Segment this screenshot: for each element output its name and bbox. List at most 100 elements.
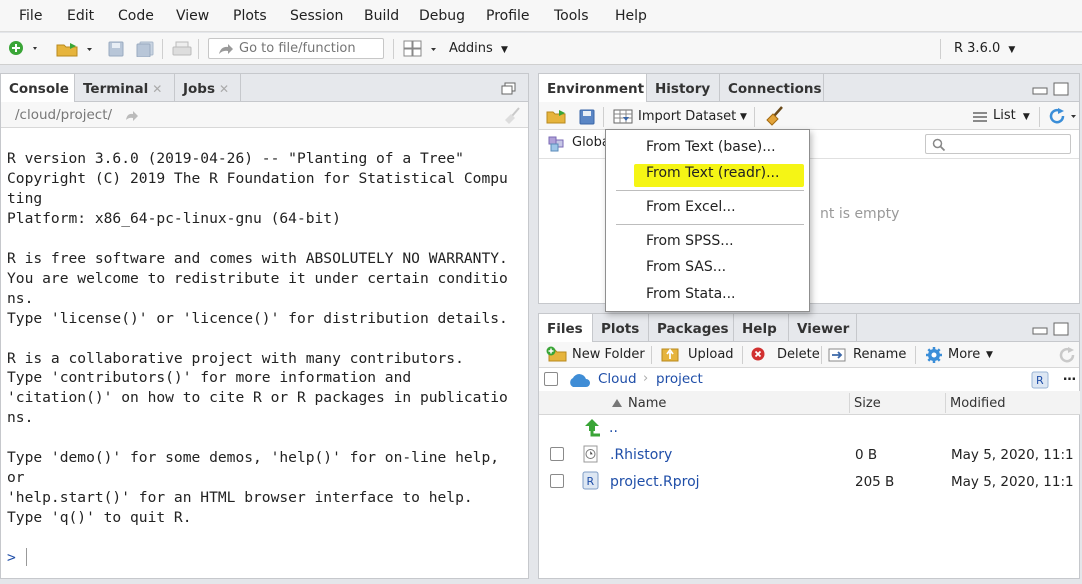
upload-button[interactable]: Upload [661, 346, 737, 364]
menu-edit[interactable]: Edit [67, 8, 94, 24]
column-size-header[interactable]: Size [854, 391, 881, 415]
load-workspace-icon[interactable] [546, 108, 570, 124]
parent-directory-row[interactable]: .. [539, 415, 1080, 441]
row-checkbox[interactable] [550, 447, 564, 461]
print-button[interactable] [172, 41, 192, 57]
clear-console-broom-icon[interactable] [501, 106, 523, 124]
more-options-icon[interactable]: … [1063, 369, 1076, 384]
more-button[interactable]: More ▼ [925, 346, 999, 364]
console-line: Type 'license()' or 'licence()' for dist… [7, 309, 508, 327]
close-icon[interactable]: ✕ [152, 82, 162, 96]
chevron-down-icon: ▼ [986, 350, 993, 360]
console-cursor[interactable] [26, 548, 27, 566]
menu-item-from-excel[interactable]: From Excel... [607, 195, 808, 219]
addins-button[interactable]: Addins ▼ [449, 41, 508, 56]
svg-text:R: R [1036, 374, 1044, 387]
print-icon [172, 41, 192, 56]
open-file-button[interactable] [56, 40, 94, 58]
tab-files[interactable]: Files [539, 314, 593, 343]
console-line: Platform: x86_64-pc-linux-gnu (64-bit) [7, 209, 341, 227]
table-import-icon [613, 109, 633, 124]
row-checkbox[interactable] [550, 474, 564, 488]
refresh-icon[interactable] [1046, 107, 1078, 125]
menu-profile[interactable]: Profile [486, 8, 530, 24]
refresh-icon[interactable] [1057, 346, 1077, 364]
go-to-file-box[interactable] [208, 38, 384, 59]
minimize-pane-button[interactable] [1032, 326, 1048, 336]
close-icon[interactable]: ✕ [219, 82, 229, 96]
tab-plots[interactable]: Plots [593, 314, 649, 342]
menu-code[interactable]: Code [118, 8, 154, 24]
menu-session[interactable]: Session [290, 8, 343, 24]
save-icon [108, 41, 124, 57]
breadcrumb-project-link[interactable]: project [656, 371, 703, 387]
menu-plots[interactable]: Plots [233, 8, 267, 24]
select-all-checkbox[interactable] [544, 372, 558, 386]
minimize-pane-button[interactable] [1032, 86, 1048, 96]
rename-label: Rename [853, 347, 907, 362]
import-dataset-button[interactable]: Import Dataset ▼ [613, 108, 749, 126]
maximize-pane-button[interactable] [501, 82, 517, 96]
menu-item-from-text-readr[interactable]: From Text (readr)... [607, 161, 808, 185]
tab-terminal[interactable]: Terminal ✕ [75, 74, 175, 102]
files-breadcrumb: Cloud › project R … [539, 368, 1079, 392]
new-file-icon [9, 41, 37, 55]
clear-workspace-broom-icon[interactable] [763, 105, 785, 127]
tab-jobs[interactable]: Jobs ✕ [175, 74, 241, 102]
tab-help[interactable]: Help [734, 314, 789, 342]
menu-build[interactable]: Build [364, 8, 399, 24]
console-path-bar: /cloud/project/ [1, 102, 528, 128]
save-workspace-icon[interactable] [579, 109, 595, 125]
view-mode-selector[interactable]: List ▼ [993, 108, 1030, 123]
go-to-project-dir-icon[interactable]: R [1031, 371, 1049, 389]
menu-item-from-text-base[interactable]: From Text (base)... [607, 135, 808, 159]
sort-ascending-icon [612, 399, 622, 407]
save-button[interactable] [108, 41, 124, 57]
r-version-selector[interactable]: R 3.6.0 ▼ [954, 41, 1015, 56]
menu-item-from-spss[interactable]: From SPSS... [607, 229, 808, 253]
go-to-arrow-icon [219, 44, 233, 54]
console-output[interactable]: R version 3.6.0 (2019-04-26) -- "Plantin… [7, 149, 526, 528]
working-directory-path: /cloud/project/ [15, 107, 113, 123]
rename-icon [828, 348, 846, 362]
delete-label: Delete [777, 347, 820, 362]
tab-environment[interactable]: Environment [539, 74, 647, 103]
toolbar-divider [940, 39, 941, 59]
import-dataset-menu: From Text (base)... From Text (readr)...… [605, 129, 810, 312]
maximize-pane-button[interactable] [1053, 82, 1069, 96]
menu-item-from-sas[interactable]: From SAS... [607, 255, 808, 279]
tab-viewer[interactable]: Viewer [789, 314, 857, 342]
new-folder-button[interactable]: New Folder [546, 346, 652, 364]
menu-item-from-stata[interactable]: From Stata... [607, 282, 808, 306]
menu-debug[interactable]: Debug [419, 8, 465, 24]
environment-search-input[interactable] [925, 134, 1071, 154]
tab-console[interactable]: Console [1, 74, 75, 103]
tab-history[interactable]: History [647, 74, 720, 102]
menu-file[interactable]: File [19, 8, 42, 24]
save-all-button[interactable] [136, 41, 156, 57]
go-to-file-input[interactable] [239, 41, 379, 56]
delete-button[interactable]: Delete [751, 346, 821, 364]
history-file-icon [583, 445, 598, 463]
files-tabbar: Files Plots Packages Help Viewer [539, 314, 1079, 343]
new-file-button[interactable] [8, 40, 38, 58]
file-name-link[interactable]: .Rhistory [610, 447, 672, 463]
workspace-panes-button[interactable] [403, 40, 441, 58]
tab-connections[interactable]: Connections [720, 74, 824, 102]
column-modified-header[interactable]: Modified [950, 391, 1005, 415]
parent-directory-link[interactable]: .. [609, 420, 618, 436]
menu-help[interactable]: Help [615, 8, 647, 24]
maximize-pane-button[interactable] [1053, 322, 1069, 336]
menu-view[interactable]: View [176, 8, 209, 24]
more-label: More [948, 347, 981, 362]
column-name-header[interactable]: Name [628, 391, 666, 415]
go-to-directory-icon[interactable] [125, 109, 139, 121]
console-line: R version 3.6.0 (2019-04-26) -- "Plantin… [7, 150, 464, 167]
menu-tools[interactable]: Tools [554, 8, 589, 24]
breadcrumb-cloud-link[interactable]: Cloud [598, 371, 637, 387]
new-folder-icon [546, 346, 567, 362]
rename-button[interactable]: Rename [828, 346, 908, 364]
file-name-link[interactable]: project.Rproj [610, 474, 700, 490]
tab-packages[interactable]: Packages [649, 314, 734, 342]
